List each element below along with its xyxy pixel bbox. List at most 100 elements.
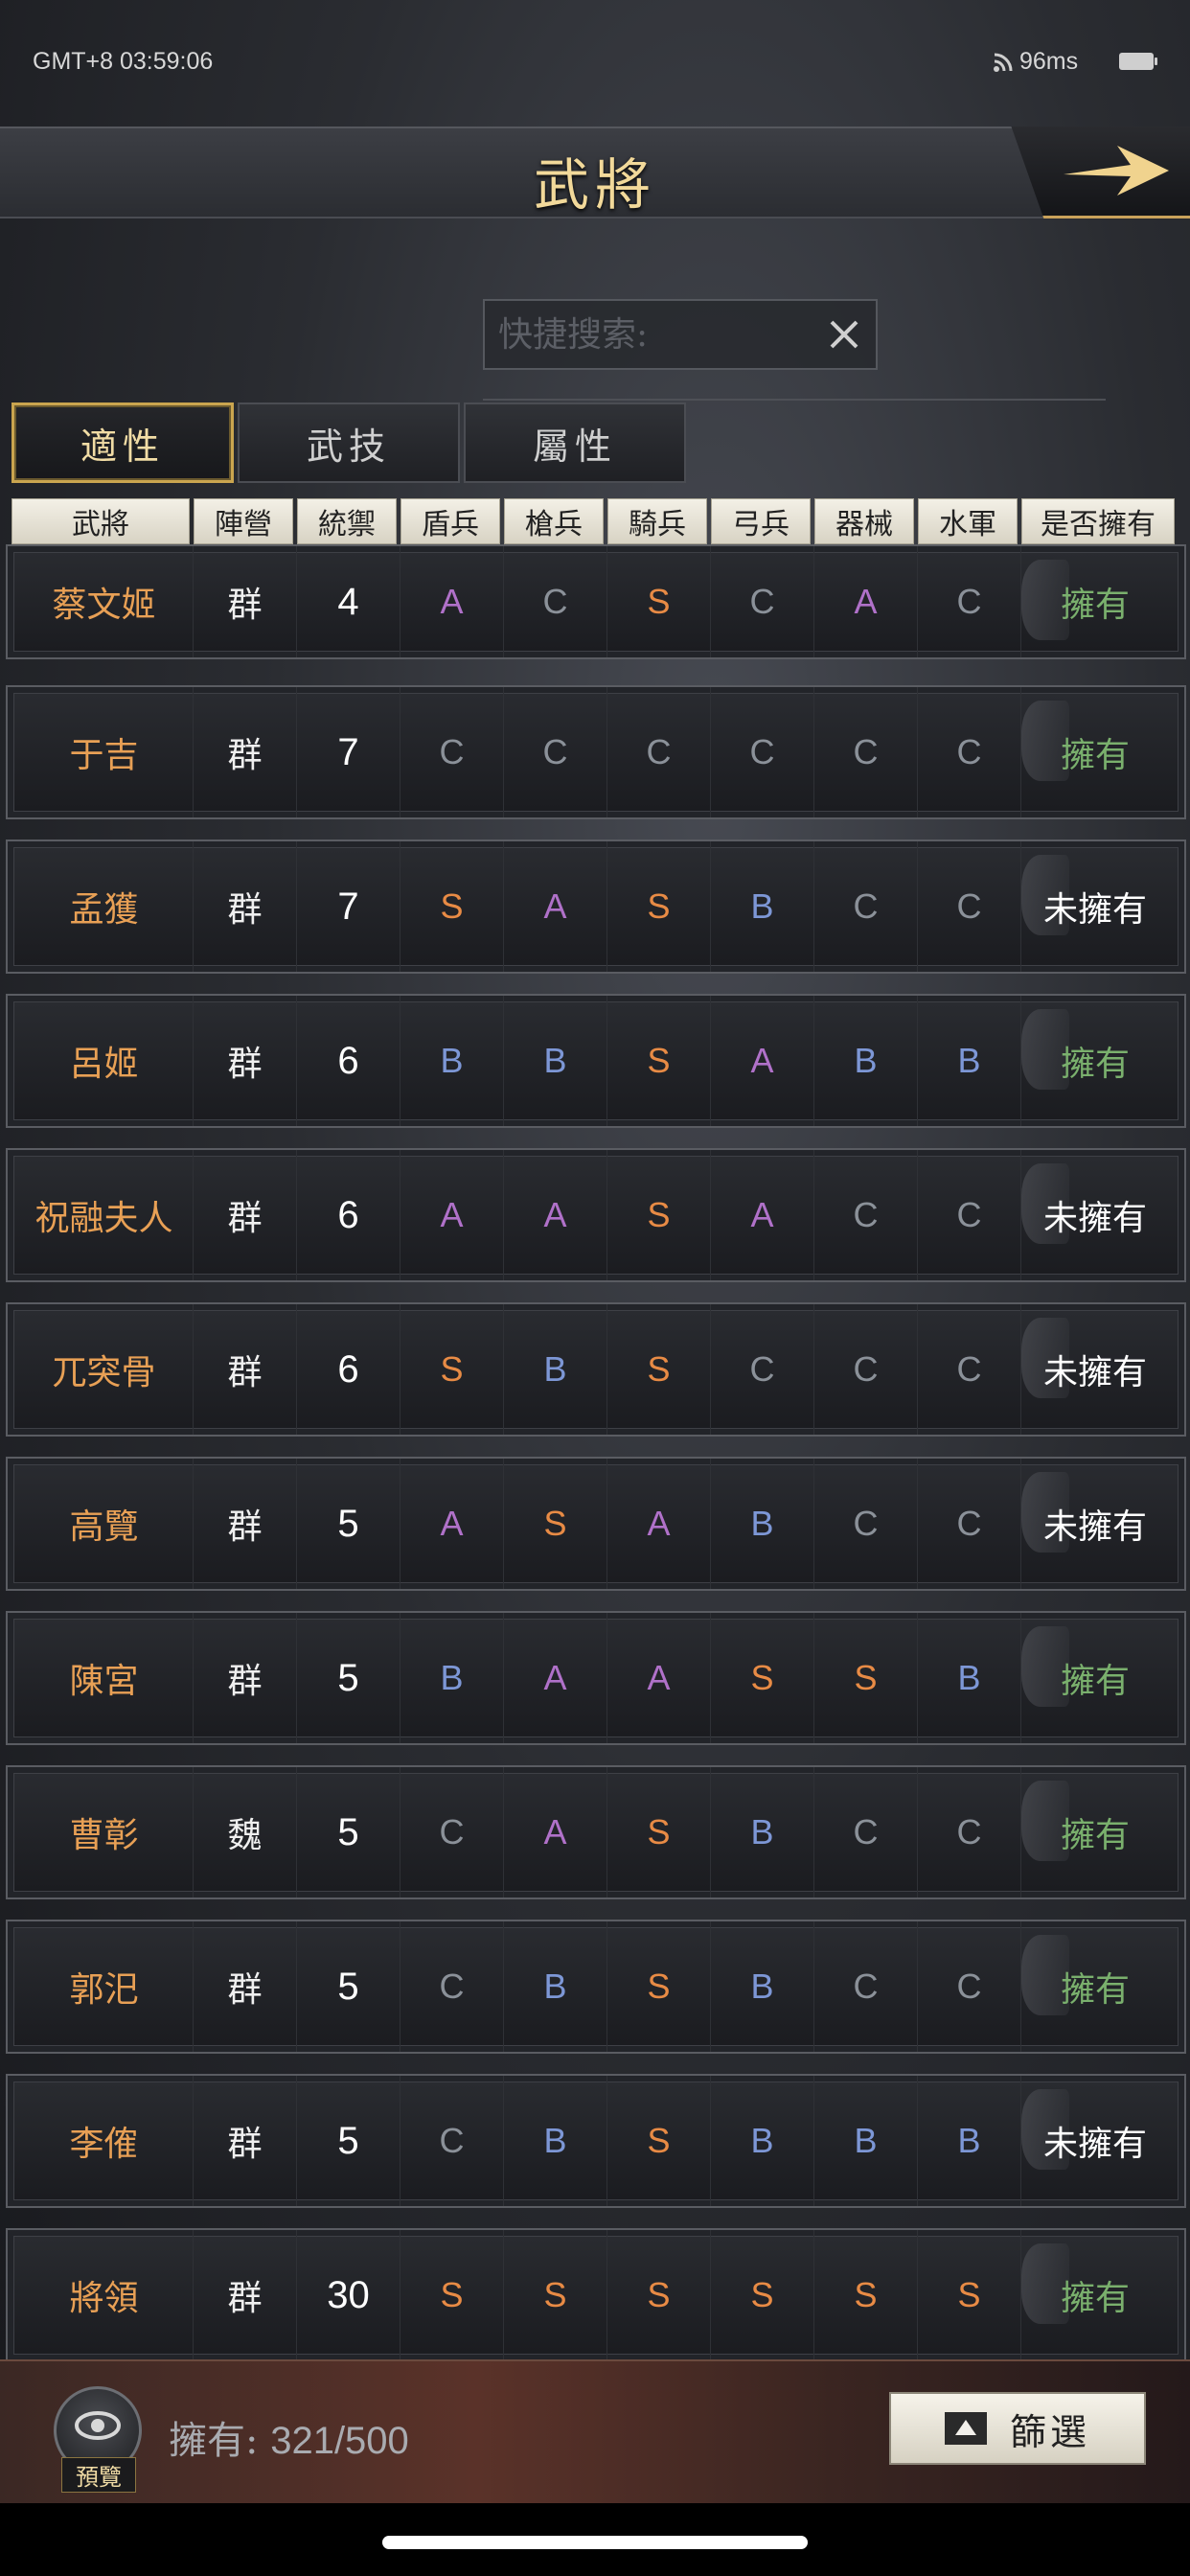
camp-cell: 群 [194,1459,297,1589]
grade-cell: S [504,1459,607,1589]
table-row[interactable]: 李傕群 5 C B S B B B 未擁有 [6,2074,1186,2208]
grade-cell: B [504,2076,607,2206]
page-header: 武將 [0,126,1190,218]
owned-status-label: 擁有 [1060,1045,1130,1084]
tab-aptitude[interactable]: 適性 [11,402,234,483]
grade-cell: B [918,1613,1021,1743]
grade-cell: C [814,1150,918,1280]
general-name: 陳宮 [15,1613,194,1743]
general-name: 高覽 [15,1459,194,1589]
ping-indicator: 96ms [993,48,1078,76]
table-row[interactable]: 高覽群 5 A S A B C C 未擁有 [6,1457,1186,1591]
leadership-cell: 6 [297,996,400,1126]
table-row[interactable]: 祝融夫人群 6 A A S A C C 未擁有 [6,1148,1186,1282]
header-col-owned[interactable]: 是否擁有 [1021,498,1175,544]
general-name: 將領 [15,2230,194,2360]
table-row[interactable]: 蔡文姬群 4 A C S C A C 擁有 [6,544,1186,659]
table-row[interactable]: 郭汜群 5 C B S B C C 擁有 [6,1920,1186,2054]
row-cells: 蔡文姬群 4 A C S C A C 擁有 [15,546,1169,657]
grade-cell: C [814,1459,918,1589]
header-col-siege[interactable]: 器械 [814,498,914,544]
grade-cell: A [504,841,607,972]
grade-cell: C [504,546,607,657]
header-col-leadership[interactable]: 統禦 [297,498,397,544]
preview-button[interactable]: 預覽 [50,2386,146,2493]
grade-cell: C [814,1304,918,1435]
status-time: GMT+8 03:59:06 [33,48,214,75]
footer-bar: 預覽 擁有: 321/500 篩選 [0,2359,1190,2503]
header-col-archer[interactable]: 弓兵 [711,498,811,544]
owned-status: 未擁有 [1021,2076,1169,2206]
general-name: 呂姬 [15,996,194,1126]
grade-cell: S [607,996,711,1126]
grade-cell: B [711,2076,814,2206]
table-row[interactable]: 將領群 30 S S S S S S 擁有 [6,2228,1186,2362]
camp-cell: 群 [194,2076,297,2206]
owned-status-label: 未擁有 [1042,2125,1147,2164]
grade-cell: A [711,1150,814,1280]
close-icon[interactable] [824,314,864,355]
leadership-cell: 5 [297,1613,400,1743]
header-col-general[interactable]: 武將 [11,498,190,544]
header-col-cavalry[interactable]: 騎兵 [607,498,707,544]
table-row[interactable]: 呂姬群 6 B B S A B B 擁有 [6,994,1186,1128]
tab-skills[interactable]: 武技 [238,402,460,483]
ping-value: 96ms [1019,48,1079,75]
table-row[interactable]: 于吉群 7 C C C C C C 擁有 [6,685,1186,819]
grade-cell: S [400,2230,504,2360]
grade-cell: S [607,1150,711,1280]
grade-cell: B [918,2076,1021,2206]
header-col-spear[interactable]: 槍兵 [504,498,604,544]
grade-cell: S [607,2230,711,2360]
owned-status: 未擁有 [1021,841,1169,972]
grade-cell: S [607,1304,711,1435]
grade-cell: A [607,1459,711,1589]
general-name: 蔡文姬 [15,546,194,657]
owned-status-label: 擁有 [1060,2279,1130,2318]
leadership-cell: 7 [297,841,400,972]
table-header: 武將 陣營 統禦 盾兵 槍兵 騎兵 弓兵 器械 水軍 是否擁有 [11,498,1180,544]
battery-icon [1119,53,1157,70]
home-indicator[interactable] [382,2536,808,2549]
table-row[interactable]: 曹彰魏 5 C A S B C C 擁有 [6,1765,1186,1899]
table-row[interactable]: 兀突骨群 6 S B S C C C 未擁有 [6,1302,1186,1437]
header-col-navy[interactable]: 水軍 [918,498,1018,544]
leadership-cell: 4 [297,546,400,657]
owned-status: 擁有 [1021,1613,1169,1743]
tab-attributes[interactable]: 屬性 [464,402,686,483]
owned-status: 擁有 [1021,546,1169,657]
owned-count: 擁有: 321/500 [169,2409,409,2465]
grade-cell: B [504,1921,607,2052]
grade-cell: A [504,1613,607,1743]
row-cells: 將領群 30 S S S S S S 擁有 [15,2230,1169,2360]
owned-status-label: 未擁有 [1042,1353,1147,1392]
general-name: 郭汜 [15,1921,194,2052]
grade-cell: B [918,996,1021,1126]
grade-cell: S [504,2230,607,2360]
row-cells: 李傕群 5 C B S B B B 未擁有 [15,2076,1169,2206]
leadership-cell: 5 [297,2076,400,2206]
owned-status: 擁有 [1021,687,1169,817]
search-input[interactable] [498,301,814,368]
grade-cell: C [607,687,711,817]
header-col-shield[interactable]: 盾兵 [400,498,500,544]
filter-button[interactable]: 篩選 [889,2392,1146,2465]
leadership-cell: 5 [297,1921,400,2052]
grade-cell: S [400,1304,504,1435]
grade-cell: C [918,687,1021,817]
grade-cell: S [711,1613,814,1743]
leadership-cell: 5 [297,1767,400,1898]
row-cells: 高覽群 5 A S A B C C 未擁有 [15,1459,1169,1589]
camp-cell: 群 [194,687,297,817]
grade-cell: C [400,1767,504,1898]
table-row[interactable]: 孟獲群 7 S A S B C C 未擁有 [6,840,1186,974]
grade-cell: C [918,1150,1021,1280]
general-name: 孟獲 [15,841,194,972]
grade-cell: C [918,1459,1021,1589]
leadership-cell: 6 [297,1150,400,1280]
grade-cell: S [607,1921,711,2052]
grade-cell: S [711,2230,814,2360]
header-col-camp[interactable]: 陣營 [194,498,293,544]
table-row[interactable]: 陳宮群 5 B A A S S B 擁有 [6,1611,1186,1745]
grade-cell: C [814,1921,918,2052]
